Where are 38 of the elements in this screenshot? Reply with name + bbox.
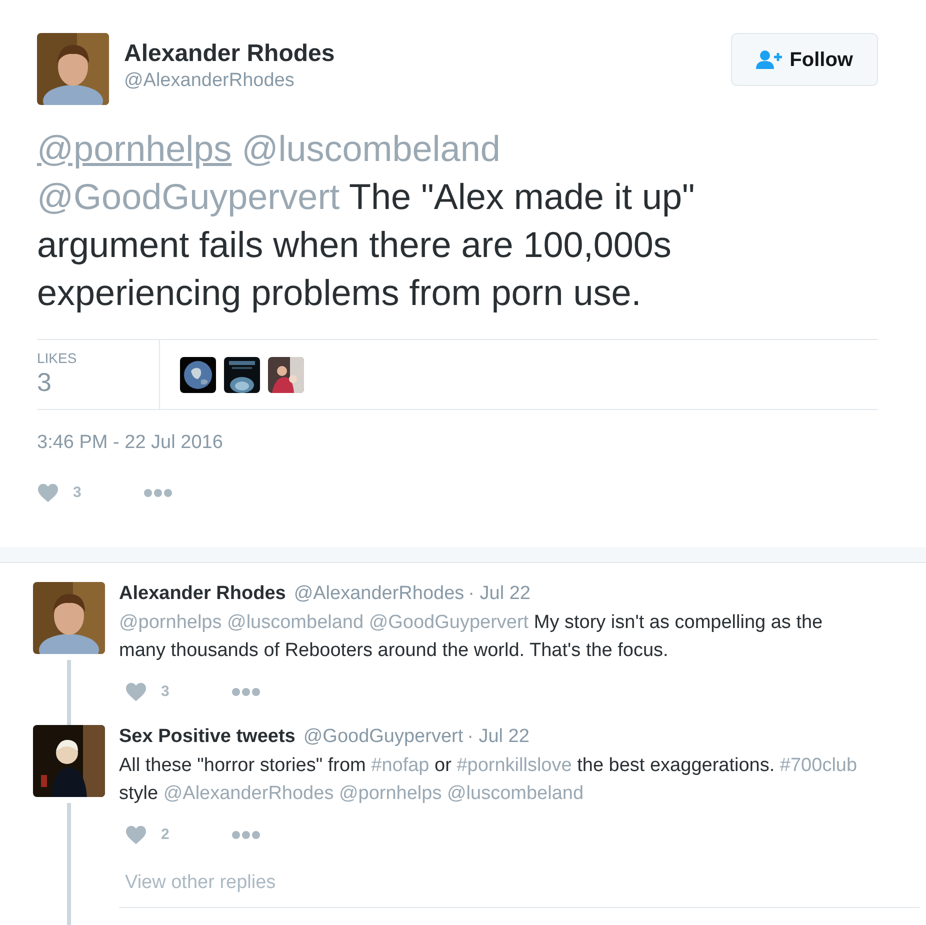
hashtag-link[interactable]: #700club bbox=[780, 755, 858, 776]
reply-date[interactable]: · Jul 22 bbox=[467, 725, 530, 749]
mention-link[interactable]: @pornhelps bbox=[37, 128, 232, 169]
mention-link[interactable]: @AlexanderRhodes bbox=[163, 783, 334, 804]
heart-icon[interactable] bbox=[37, 483, 59, 504]
like-count: 3 bbox=[73, 483, 82, 503]
follow-button[interactable]: Follow bbox=[730, 33, 878, 86]
mention-link[interactable]: @pornhelps bbox=[338, 783, 442, 804]
reply-date[interactable]: · Jul 22 bbox=[468, 582, 530, 606]
like-count: 3 bbox=[161, 682, 170, 702]
reply-author-handle[interactable]: @GoodGuypervert bbox=[303, 725, 464, 749]
tweet-text: @pornhelps @luscombeland @GoodGuypervert The "Alex made it up" argument fails when there are 100,000s experiencing problems from porn use. bbox=[37, 127, 696, 315]
reply-text: @pornhelps @luscombeland @GoodGuypervert My story isn't as compelling as the many thousands of Rebooters around the world. That's the focus. bbox=[119, 610, 824, 662]
more-icon[interactable] bbox=[231, 830, 262, 840]
likes-count[interactable]: 3 bbox=[37, 366, 159, 398]
view-other-replies-link[interactable]: View other replies bbox=[119, 872, 276, 892]
mention-link[interactable]: @luscombeland bbox=[227, 612, 364, 632]
mention-link[interactable]: @luscombeland bbox=[242, 128, 500, 169]
reply-author-name[interactable]: Sex Positive tweets bbox=[119, 725, 296, 749]
mention-link[interactable]: @luscombeland bbox=[447, 783, 584, 804]
hashtag-link[interactable]: #nofap bbox=[371, 755, 430, 776]
add-person-icon bbox=[756, 50, 782, 70]
author-handle[interactable]: @AlexanderRhodes bbox=[124, 69, 335, 93]
mention-link[interactable]: @pornhelps bbox=[119, 612, 222, 632]
mention-link[interactable]: @GoodGuypervert bbox=[37, 176, 340, 217]
more-icon[interactable] bbox=[143, 488, 174, 498]
hashtag-link[interactable]: #pornkillslove bbox=[456, 755, 572, 776]
heart-icon[interactable] bbox=[125, 825, 147, 846]
reply-author-name[interactable]: Alexander Rhodes bbox=[119, 582, 286, 606]
like-count: 2 bbox=[161, 825, 170, 845]
author-name[interactable]: Alexander Rhodes bbox=[124, 39, 335, 69]
tweet-timestamp[interactable]: 3:46 PM - 22 Jul 2016 bbox=[37, 432, 223, 453]
mention-link[interactable]: @GoodGuypervert bbox=[368, 612, 529, 632]
reply-text: All these "horror stories" from #nofap or #pornkillslove the best exaggerations. #700club style @AlexanderRhodes @pornhelps @luscombeland bbox=[119, 754, 858, 806]
likes-label: LIKES bbox=[37, 350, 78, 366]
reply-author-handle[interactable]: @AlexanderRhodes bbox=[294, 582, 464, 606]
heart-icon[interactable] bbox=[125, 682, 147, 702]
more-icon[interactable] bbox=[231, 686, 262, 697]
